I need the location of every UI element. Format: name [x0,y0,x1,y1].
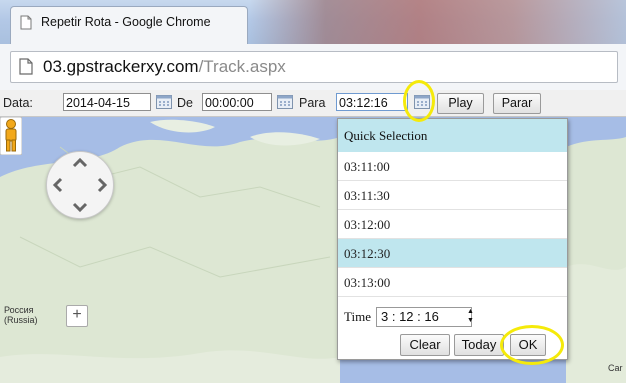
from-label: De [177,96,193,110]
pegman-icon[interactable] [0,117,22,155]
time-picker-popup: Quick Selection 03:11:00 03:11:30 03:12:… [337,118,568,360]
time-label: Time [344,309,371,324]
map-label-right: Car [608,363,623,373]
pan-control-icon[interactable] [46,151,114,219]
highlight-ring-calendar [403,80,435,122]
clear-button[interactable]: Clear [400,334,450,356]
quick-option[interactable]: 03:13:00 [338,268,567,297]
page-icon [20,15,32,30]
url-host: 03.gpstrackerxy.com [43,57,199,76]
url-path: /Track.aspx [198,57,286,76]
today-button[interactable]: Today [454,334,504,356]
quick-option[interactable]: 03:12:30 [338,239,567,268]
from-time-input[interactable]: 00:00:00 [202,93,272,111]
map-label-russia-line1: Россия [4,305,34,315]
address-bar-area: 03.gpstrackerxy.com/Track.aspx [0,44,626,91]
to-time-input[interactable]: 03:12:16 [336,93,408,111]
quick-selection-header: Quick Selection [338,119,567,152]
time-spinner: ▲ ▼ [466,307,475,327]
browser-tab[interactable]: Repetir Rota - Google Chrome [10,6,248,45]
window-title: Repetir Rota - Google Chrome [41,15,211,29]
play-button[interactable]: Play [437,93,484,114]
spinner-up-icon[interactable]: ▲ [466,307,475,316]
to-label: Para [299,96,326,110]
track-toolbar: Data: 2014-04-15 De 00:00:00 Para 03:12:… [0,90,626,117]
calendar-icon[interactable] [277,95,293,109]
quick-option[interactable]: 03:11:30 [338,181,567,210]
zoom-in-icon[interactable]: + [66,305,88,327]
date-label: Data: [3,96,33,110]
date-input[interactable]: 2014-04-15 [63,93,151,111]
map-label-russia-line2: (Russia) [4,315,38,325]
titlebar-background [250,0,626,44]
quick-option[interactable]: 03:12:00 [338,210,567,239]
address-bar[interactable]: 03.gpstrackerxy.com/Track.aspx [10,51,618,83]
stop-button[interactable]: Parar [493,93,541,114]
page-icon [19,58,33,75]
window-titlebar: Repetir Rota - Google Chrome [0,0,626,45]
map-label-russia: Россия (Russia) [4,305,38,325]
pan-arrows [52,157,108,213]
url-text[interactable]: 03.gpstrackerxy.com/Track.aspx [43,57,286,77]
quick-option[interactable]: 03:11:00 [338,152,567,181]
time-spinner-input[interactable]: 3 : 12 : 16 [376,307,472,327]
spinner-down-icon[interactable]: ▼ [466,316,475,325]
calendar-icon[interactable] [156,95,172,109]
highlight-ring-ok [500,325,564,365]
